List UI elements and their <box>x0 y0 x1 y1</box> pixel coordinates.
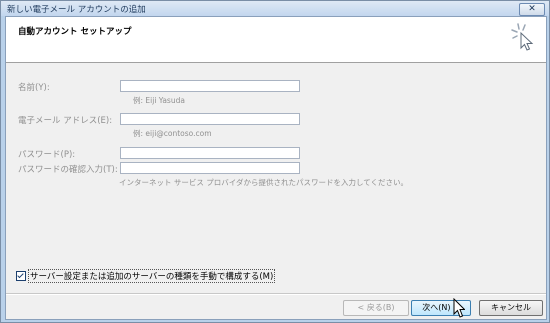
dialog-body: 自動アカウント セットアップ 名前(Y): 例: Eiji Yasuda 電子メ… <box>5 16 547 320</box>
cancel-button[interactable]: キャンセル <box>479 300 543 316</box>
password-confirm-label: パスワードの確認入力(T): <box>18 165 118 175</box>
name-hint: 例: Eiji Yasuda <box>133 96 185 105</box>
wizard-sparkle-cursor-icon <box>511 23 534 51</box>
email-input[interactable] <box>120 113 300 125</box>
name-label: 名前(Y): <box>18 83 50 93</box>
page-title: 自動アカウント セットアップ <box>18 27 132 37</box>
close-button[interactable]: ✕ <box>519 3 545 16</box>
add-account-dialog: 新しい電子メール アカウントの追加 ✕ 自動アカウント セットアップ 名前(Y)… <box>0 0 550 323</box>
manual-setup-checkbox[interactable] <box>16 271 26 281</box>
window-title: 新しい電子メール アカウントの追加 <box>7 5 146 15</box>
password-label: パスワード(P): <box>18 150 76 160</box>
back-button[interactable]: < 戻る(B) <box>343 300 409 316</box>
email-label: 電子メール アドレス(E): <box>18 116 113 126</box>
mouse-pointer-icon <box>453 298 465 318</box>
email-hint: 例: eiji@contoso.com <box>133 129 212 138</box>
name-input[interactable] <box>120 80 300 92</box>
title-bar: 新しい電子メール アカウントの追加 ✕ <box>1 1 549 16</box>
manual-setup-label[interactable]: サーバー設定または追加のサーバーの種類を手動で構成する(M) <box>28 269 276 283</box>
footer-divider <box>6 293 546 295</box>
manual-setup-option[interactable]: サーバー設定または追加のサーバーの種類を手動で構成する(M) <box>16 269 276 283</box>
close-icon: ✕ <box>528 4 536 14</box>
password-confirm-input[interactable] <box>120 162 300 174</box>
password-input[interactable] <box>120 147 300 159</box>
wizard-header: 自動アカウント セットアップ <box>6 17 546 63</box>
password-hint: インターネット サービス プロバイダから提供されたパスワードを入力してください。 <box>119 178 409 187</box>
